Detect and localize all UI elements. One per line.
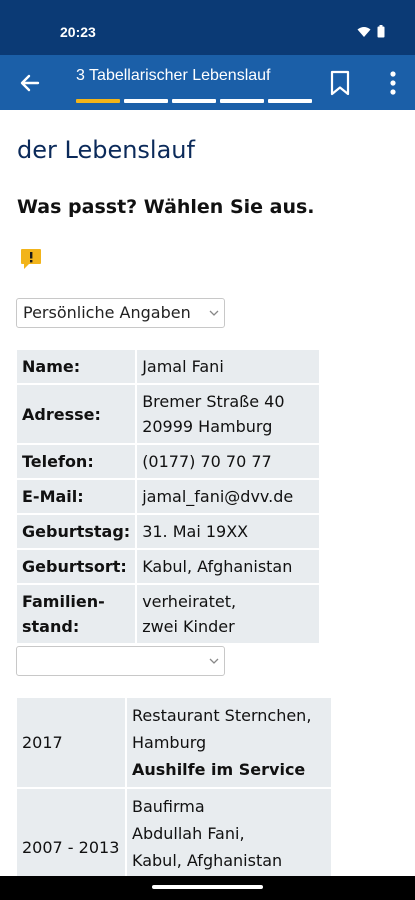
answer-select-1-value: Persönliche Angaben bbox=[23, 303, 191, 322]
personal-key: Name: bbox=[17, 350, 136, 383]
experience-line: Kabul, Afghanistan bbox=[132, 851, 283, 870]
experience-row: 2007 - 2013 Baufirma Abdullah Fani, Kabul, … bbox=[17, 789, 331, 876]
more-vert-icon[interactable] bbox=[383, 69, 403, 97]
personal-key: E-Mail: bbox=[17, 480, 136, 513]
experience-description: Baufirma Abdullah Fani, Kabul, Afghanistan… bbox=[127, 789, 331, 876]
lesson-progress bbox=[76, 99, 312, 103]
personal-row: Name: Jamal Fani bbox=[17, 350, 320, 383]
personal-value: 31. Mai 19XX bbox=[137, 515, 320, 548]
experience-description: Restaurant Sternchen, Hamburg Aushilfe im … bbox=[127, 698, 331, 787]
personal-value: jamal_fani@dvv.de bbox=[137, 480, 320, 513]
status-icons bbox=[357, 25, 385, 38]
chevron-down-icon bbox=[209, 310, 219, 316]
personal-key: Geburtsort: bbox=[17, 550, 136, 583]
lesson-title: 3 Tabellarischer Lebenslauf bbox=[76, 67, 271, 84]
answer-select-2[interactable] bbox=[16, 646, 225, 676]
system-nav-bar bbox=[0, 876, 415, 900]
personal-row: Familien- stand: verheiratet, zwei Kinder bbox=[17, 585, 320, 643]
experience-line: Abdullah Fani, bbox=[132, 824, 245, 843]
wifi-icon bbox=[357, 26, 371, 37]
app-bar: 3 Tabellarischer Lebenslauf bbox=[0, 55, 415, 110]
bookmark-icon[interactable] bbox=[328, 70, 352, 96]
personal-value: verheiratet, zwei Kinder bbox=[137, 585, 320, 643]
progress-segment-1 bbox=[76, 99, 120, 103]
personal-row: E-Mail: jamal_fani@dvv.de bbox=[17, 480, 320, 513]
personal-value: (0177) 70 70 77 bbox=[137, 445, 320, 478]
exercise-instruction: Was passt? Wählen Sie aus. bbox=[17, 196, 315, 218]
personal-key: Adresse: bbox=[17, 385, 136, 443]
personal-row: Adresse: Bremer Straße 40 20999 Hamburg bbox=[17, 385, 320, 443]
personal-row: Geburtstag: 31. Mai 19XX bbox=[17, 515, 320, 548]
progress-segment-2 bbox=[124, 99, 168, 103]
personal-key: Geburtstag: bbox=[17, 515, 136, 548]
personal-value: Jamal Fani bbox=[137, 350, 320, 383]
experience-year: 2007 - 2013 bbox=[17, 789, 125, 876]
personal-value: Kabul, Afghanistan bbox=[137, 550, 320, 583]
work-experience-table: 2017 Restaurant Sternchen, Hamburg Aushilfe… bbox=[15, 696, 333, 876]
personal-key: Telefon: bbox=[17, 445, 136, 478]
personal-row: Telefon: (0177) 70 70 77 bbox=[17, 445, 320, 478]
answer-select-1[interactable]: Persönliche Angaben bbox=[16, 298, 225, 328]
personal-value: Bremer Straße 40 20999 Hamburg bbox=[137, 385, 320, 443]
progress-segment-3 bbox=[172, 99, 216, 103]
chevron-down-icon bbox=[209, 658, 219, 664]
warning-bubble-icon[interactable] bbox=[20, 248, 42, 270]
experience-row: 2017 Restaurant Sternchen, Hamburg Aushilfe… bbox=[17, 698, 331, 787]
experience-line: Baufirma bbox=[132, 797, 205, 816]
home-gesture-handle[interactable] bbox=[152, 885, 263, 889]
personal-key: Familien- stand: bbox=[17, 585, 136, 643]
experience-year: 2017 bbox=[17, 698, 125, 787]
experience-line: Hamburg bbox=[132, 733, 207, 752]
experience-line: Restaurant Sternchen, bbox=[132, 706, 312, 725]
back-arrow-icon[interactable] bbox=[16, 69, 44, 97]
experience-role: Aushilfe im Service bbox=[132, 760, 306, 779]
status-bar: 20:23 bbox=[0, 0, 415, 55]
exercise-content: der Lebenslauf Was passt? Wählen Sie aus… bbox=[0, 110, 415, 876]
personal-data-table: Name: Jamal Fani Adresse: Bremer Straße 40 … bbox=[15, 348, 321, 645]
status-time: 20:23 bbox=[60, 24, 96, 40]
battery-icon bbox=[377, 25, 385, 38]
personal-row: Geburtsort: Kabul, Afghanistan bbox=[17, 550, 320, 583]
progress-segment-5 bbox=[268, 99, 312, 103]
progress-segment-4 bbox=[220, 99, 264, 103]
page-heading: der Lebenslauf bbox=[17, 136, 195, 164]
